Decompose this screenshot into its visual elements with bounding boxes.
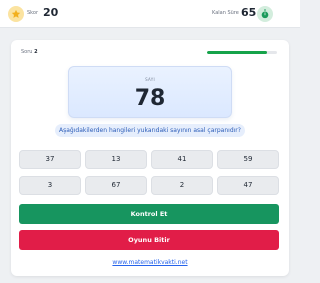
question-counter-label: Soru [21, 49, 33, 55]
option-button[interactable]: 67 [85, 176, 147, 195]
score-value: 20 [43, 6, 59, 19]
option-button[interactable]: 41 [151, 150, 213, 169]
time-value: 65 [241, 6, 257, 19]
option-button[interactable]: 37 [19, 150, 81, 169]
question-number: 2 [34, 49, 38, 55]
time-label: Kalan Süre [212, 10, 239, 16]
number-value: 78 [134, 86, 166, 111]
option-button[interactable]: 2 [151, 176, 213, 195]
footer-link[interactable]: www.matematikvakti.net [11, 259, 289, 266]
top-bar: Skor 20 Kalan Süre 65 [0, 0, 300, 28]
question-counter: Soru 2 [21, 49, 38, 55]
score-label: Skor [27, 10, 39, 16]
question-prompt: Aşağıdakilerden hangileri yukarıdaki say… [55, 124, 245, 137]
option-button[interactable]: 59 [217, 150, 279, 169]
check-button[interactable]: Kontrol Et [19, 204, 279, 224]
option-button[interactable]: 47 [217, 176, 279, 195]
option-button[interactable]: 3 [19, 176, 81, 195]
stopwatch-icon [257, 6, 273, 22]
end-game-button[interactable]: Oyunu Bitir [19, 230, 279, 250]
number-display: SAYI 78 [68, 66, 232, 118]
star-icon [8, 6, 24, 22]
progress-bar [207, 51, 277, 54]
number-label: SAYI [145, 77, 155, 82]
option-button[interactable]: 13 [85, 150, 147, 169]
progress-fill [207, 51, 268, 54]
quiz-card: Soru 2 SAYI 78 Aşağıdakilerden hangileri… [11, 40, 289, 276]
